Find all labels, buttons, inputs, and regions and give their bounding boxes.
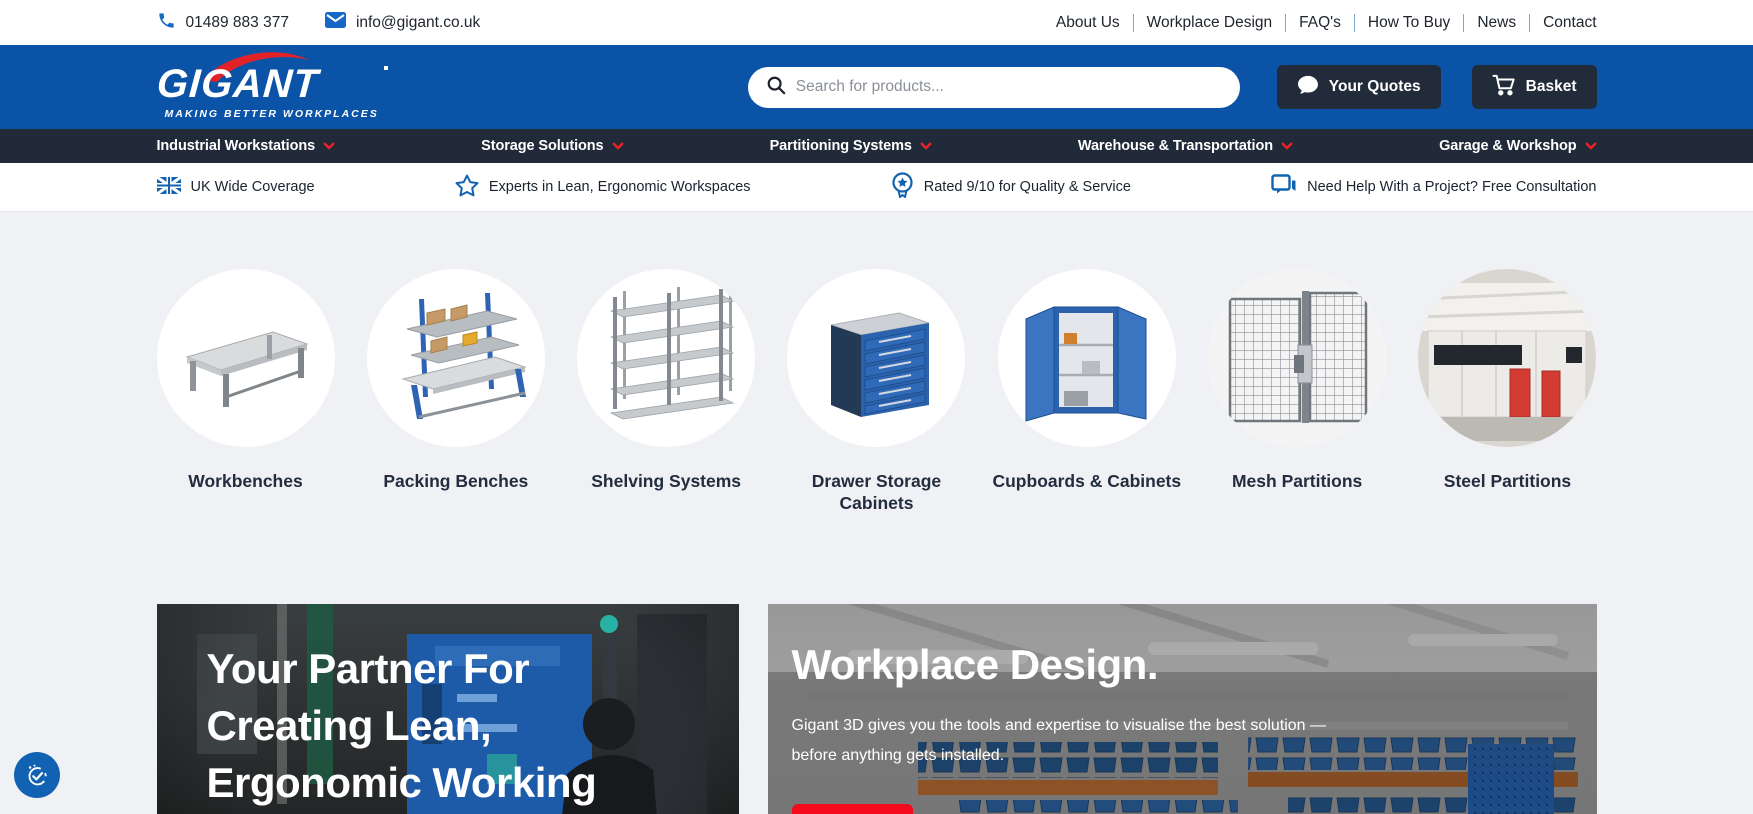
nav-label: Warehouse & Transportation: [1077, 138, 1273, 154]
logo-tagline: MAKING BETTER WORKPLACES: [164, 108, 379, 120]
hero-workplace-design-banner: Workplace Design. Gigant 3D gives you th…: [767, 604, 1597, 814]
mesh-partitions-image: [1208, 269, 1387, 447]
shelving-systems-image: [577, 269, 756, 447]
category-mesh-partitions[interactable]: Mesh Partitions: [1208, 269, 1387, 514]
hero-partner-title: Your Partner For Creating Lean, Ergonomi…: [207, 640, 739, 811]
hero-partner-banner: Your Partner For Creating Lean, Ergonomi…: [156, 604, 739, 814]
feature-strip: UK Wide Coverage Experts in Lean, Ergono…: [0, 163, 1753, 212]
star-icon: [455, 174, 479, 201]
main-navigation: Industrial Workstations Storage Solution…: [0, 129, 1753, 163]
email-address: info@gigant.co.uk: [355, 13, 481, 31]
nav-item-warehouse-transportation[interactable]: Warehouse & Transportation: [1078, 138, 1293, 154]
category-shelving-systems[interactable]: Shelving Systems: [577, 269, 756, 514]
category-workbenches[interactable]: Workbenches: [156, 269, 335, 514]
speech-bubble-icon: [1297, 75, 1319, 100]
nav-item-partitioning-systems[interactable]: Partitioning Systems: [770, 138, 932, 154]
nav-label: Storage Solutions: [481, 138, 604, 154]
chat-icon: [1271, 174, 1297, 200]
basket-label: Basket: [1525, 78, 1577, 95]
phone-link[interactable]: 01489 883 377: [157, 11, 289, 35]
nav-item-industrial-workstations[interactable]: Industrial Workstations: [157, 138, 336, 154]
category-row: Workbenches Packing Benches Shelving Sys…: [156, 269, 1597, 514]
utility-link-how-to-buy[interactable]: How To Buy: [1353, 13, 1463, 32]
packing-benches-image: [366, 269, 545, 447]
page-content: Workbenches Packing Benches Shelving Sys…: [0, 212, 1753, 814]
feature-lean-experts: Experts in Lean, Ergonomic Workspaces: [455, 174, 751, 201]
utility-link-faqs[interactable]: FAQ's: [1285, 13, 1354, 32]
nav-label: Partitioning Systems: [769, 138, 912, 154]
cupboards-cabinets-image: [997, 269, 1176, 447]
feature-label: Rated 9/10 for Quality & Service: [923, 179, 1131, 195]
site-header: GIGANT MAKING BETTER WORKPLACES Your Quo…: [0, 45, 1753, 129]
top-utility-bar: 01489 883 377 info@gigant.co.uk About Us…: [0, 0, 1753, 45]
chevron-down-icon: [323, 138, 335, 154]
chevron-down-icon: [1281, 138, 1293, 154]
nav-label: Garage & Workshop: [1439, 138, 1577, 154]
logo-text: GIGANT: [154, 62, 320, 106]
nav-label: Industrial Workstations: [156, 138, 316, 154]
drawer-storage-cabinets-image: [787, 269, 966, 447]
rated-badge-icon: [891, 172, 914, 202]
envelope-icon: [324, 12, 346, 33]
utility-link-about-us[interactable]: About Us: [1043, 14, 1133, 32]
feature-label: UK Wide Coverage: [190, 179, 315, 195]
hero-workplace-title: Workplace Design.: [791, 641, 1159, 688]
feature-uk-coverage: UK Wide Coverage: [155, 175, 315, 198]
hero-workplace-body-line: before anything gets installed.: [791, 747, 1005, 764]
category-steel-partitions[interactable]: Steel Partitions: [1418, 269, 1597, 514]
feature-rated: Rated 9/10 for Quality & Service: [891, 172, 1131, 202]
steel-partitions-image: [1418, 269, 1597, 447]
nav-item-garage-workshop[interactable]: Garage & Workshop: [1439, 138, 1597, 154]
cookie-icon: [28, 764, 47, 786]
cart-icon: [1492, 74, 1516, 101]
product-search: [747, 66, 1240, 108]
feature-label: Experts in Lean, Ergonomic Workspaces: [488, 179, 751, 195]
hero-partner-title-line: Your Partner For: [206, 645, 530, 692]
utility-nav: About Us Workplace Design FAQ's How To B…: [1043, 13, 1597, 32]
search-input[interactable]: [795, 78, 1222, 96]
hero-partner-title-line: Creating Lean,: [206, 702, 492, 749]
feature-consultation: Need Help With a Project? Free Consultat…: [1271, 174, 1596, 200]
email-link[interactable]: info@gigant.co.uk: [324, 12, 481, 33]
logo-trademark-dot: [383, 66, 388, 70]
utility-link-news[interactable]: News: [1463, 13, 1529, 32]
cookie-settings-button[interactable]: [14, 752, 60, 798]
hero-row: Your Partner For Creating Lean, Ergonomi…: [156, 604, 1597, 814]
your-quotes-button[interactable]: Your Quotes: [1276, 65, 1441, 109]
learn-more-button[interactable]: Learn More: [791, 804, 913, 814]
gigant-logo[interactable]: GIGANT MAKING BETTER WORKPLACES: [154, 52, 388, 120]
chevron-down-icon: [611, 138, 624, 154]
hero-partner-title-line: Ergonomic Working: [206, 759, 597, 806]
phone-icon: [157, 11, 176, 35]
your-quotes-label: Your Quotes: [1328, 78, 1421, 95]
hero-workplace-body: Gigant 3D gives you the tools and expert…: [792, 711, 1597, 771]
utility-link-contact[interactable]: Contact: [1529, 13, 1597, 32]
basket-button[interactable]: Basket: [1471, 65, 1597, 109]
category-packing-benches[interactable]: Packing Benches: [366, 269, 545, 514]
hero-workplace-body-line: Gigant 3D gives you the tools and expert…: [791, 717, 1327, 734]
utility-link-workplace-design[interactable]: Workplace Design: [1132, 13, 1286, 32]
category-cupboards-cabinets[interactable]: Cupboards & Cabinets: [992, 269, 1181, 514]
search-icon: [766, 75, 786, 100]
nav-item-storage-solutions[interactable]: Storage Solutions: [481, 138, 624, 154]
phone-number: 01489 883 377: [185, 13, 289, 31]
category-drawer-storage-cabinets[interactable]: Drawer Storage Cabinets: [787, 269, 966, 514]
chevron-down-icon: [919, 138, 932, 154]
feature-label: Need Help With a Project? Free Consultat…: [1307, 179, 1597, 195]
uk-flag-icon: [155, 175, 182, 198]
workbenches-image: [156, 269, 335, 447]
chevron-down-icon: [1584, 138, 1597, 154]
